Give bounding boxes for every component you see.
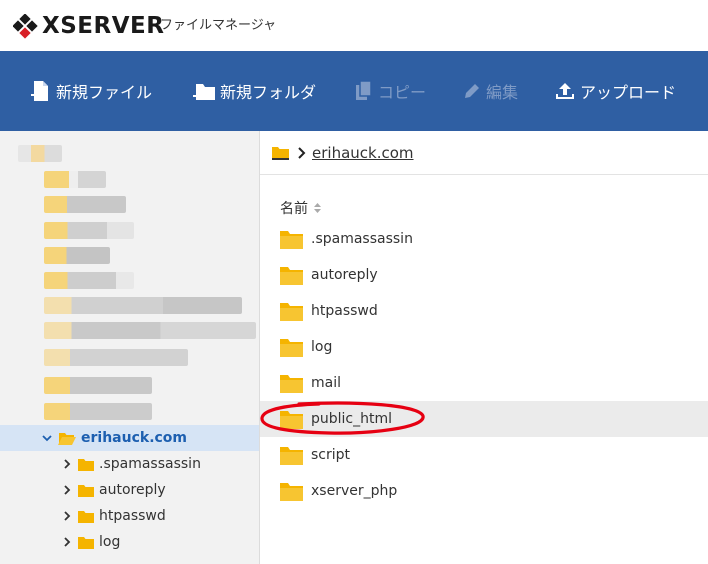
edit-button[interactable]: 編集 [462,51,518,131]
breadcrumb: erihauck.com [260,131,708,175]
folder-icon [280,338,303,357]
folder-icon [78,484,94,497]
new-folder-icon [193,84,215,100]
column-header-label: 名前 [280,201,308,217]
obscured-tree-item [44,222,134,239]
chevron-right-icon[interactable] [60,537,74,547]
toolbar: 新規ファイル 新規フォルダ コピー 編集 アップロード [0,51,708,131]
chevron-right-icon[interactable] [60,511,74,521]
tree-item-domain[interactable]: erihauck.com [0,425,259,451]
tree-item-child[interactable]: log [0,529,259,555]
folder-icon [280,230,303,249]
chevron-down-icon[interactable] [40,433,54,443]
file-name: script [311,447,351,463]
tree-item-label: autoreply [99,482,166,498]
obscured-tree-item [44,349,188,366]
upload-button[interactable]: アップロード [554,51,676,131]
file-name: xserver_php [311,483,398,499]
new-folder-button[interactable]: 新規フォルダ [192,51,316,131]
obscured-tree-item [44,403,152,420]
obscured-tree-item [44,377,152,394]
obscured-tree-item [44,297,242,314]
pencil-icon [465,84,479,98]
tree-item-label: log [99,534,121,550]
file-row[interactable]: autoreply [260,257,708,293]
tree-item-child[interactable]: autoreply [0,477,259,503]
file-name: htpasswd [311,303,378,319]
sort-icon[interactable] [313,202,322,214]
file-name: .spamassassin [311,231,413,247]
folder-icon [78,458,94,471]
folder-icon [78,510,94,523]
tree-item-child[interactable]: .spamassassin [0,451,259,477]
file-row[interactable]: mail [260,365,708,401]
tree-item-label: erihauck.com [81,430,188,446]
tree-item-label: htpasswd [99,508,166,524]
tree-item-child[interactable]: htpasswd [0,503,259,529]
obscured-tree-item [44,171,106,188]
folder-icon [280,410,303,429]
chevron-right-icon[interactable] [60,459,74,469]
obscured-tree-item [44,272,134,289]
tree-item-label: .spamassassin [99,456,201,472]
file-row[interactable]: .spamassassin [260,221,708,257]
folder-icon [280,266,303,285]
copy-icon [356,80,372,100]
new-file-button[interactable]: 新規ファイル [30,51,152,131]
folder-icon [78,536,94,549]
new-file-icon [31,81,48,101]
copy-label: コピー [378,83,427,102]
xserver-logo-icon [13,14,38,39]
folder-icon [280,374,303,393]
file-row[interactable]: log [260,329,708,365]
breadcrumb-current[interactable]: erihauck.com [312,144,414,162]
file-row[interactable]: htpasswd [260,293,708,329]
upload-label: アップロード [580,83,677,102]
obscured-tree-item [44,196,126,213]
folder-icon [280,446,303,465]
file-name: public_html [311,411,393,427]
chevron-right-icon[interactable] [60,485,74,495]
obscured-tree-item [44,322,256,339]
file-row[interactable]: script [260,437,708,473]
file-row-public-html[interactable]: public_html [260,401,708,437]
upload-icon [556,83,574,99]
edit-label: 編集 [486,83,519,102]
folder-icon [280,302,303,321]
new-file-label: 新規ファイル [56,83,153,102]
file-row[interactable]: xserver_php [260,473,708,509]
file-name: log [311,339,333,355]
chevron-right-icon [298,146,306,159]
folder-icon [280,482,303,501]
folder-tree: erihauck.com .spamassassin autoreply htp… [0,131,260,564]
logo-text: XSERVER [42,13,165,39]
app-header: XSERVER ファイルマネージャ [0,0,708,51]
copy-button[interactable]: コピー [354,51,426,131]
name-column-header[interactable]: 名前 [280,198,322,218]
app-name: ファイルマネージャ [160,18,277,33]
home-folder-icon[interactable] [272,146,289,160]
file-name: autoreply [311,267,378,283]
file-list-panel: erihauck.com 名前 .spamassassin autoreply … [260,131,708,564]
obscured-tree-item [18,145,62,162]
obscured-tree-item [44,247,110,264]
file-name: mail [311,375,341,391]
open-folder-icon [58,433,76,445]
new-folder-label: 新規フォルダ [220,83,317,102]
